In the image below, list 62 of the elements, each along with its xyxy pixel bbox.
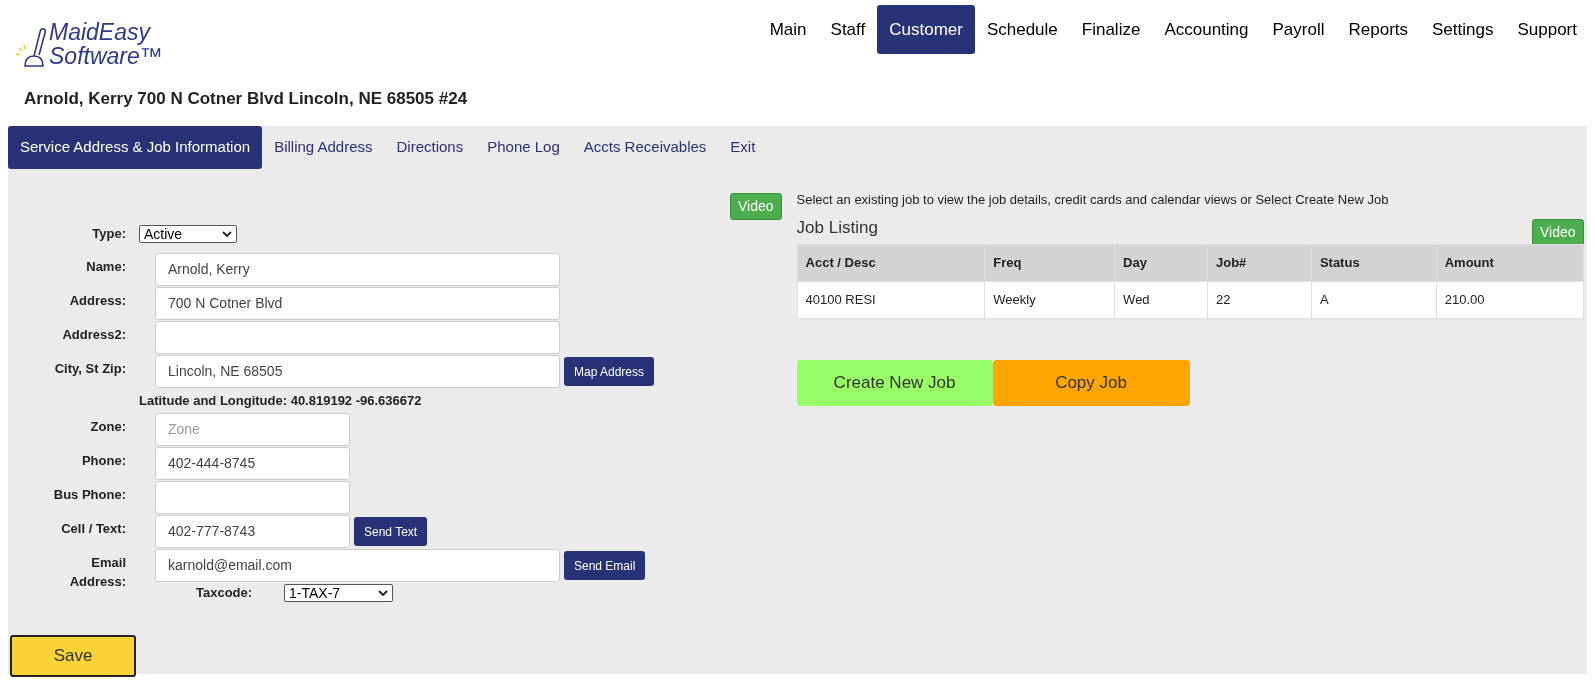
- table-cell[interactable]: 210.00: [1436, 281, 1584, 319]
- tab[interactable]: Billing Address: [262, 126, 385, 169]
- text-input[interactable]: 700 N Cotner Blvd: [155, 287, 560, 320]
- nav-item[interactable]: Customer: [877, 5, 975, 54]
- tab[interactable]: Exit: [718, 126, 768, 169]
- column-header: Job#: [1207, 244, 1312, 282]
- tab[interactable]: Service Address & Job Information: [8, 126, 263, 169]
- caret-icon: [222, 230, 232, 238]
- save-button[interactable]: Save: [10, 635, 136, 677]
- tab[interactable]: Directions: [384, 126, 476, 169]
- customer-title: Arnold, Kerry 700 N Cotner Blvd Lincoln, NE 68505 #24: [24, 88, 469, 110]
- copy-job-button[interactable]: Copy Job: [992, 360, 1190, 406]
- text-input[interactable]: [155, 321, 560, 354]
- action-button[interactable]: Send Text: [354, 517, 428, 546]
- nav-item[interactable]: Accounting: [1152, 5, 1261, 54]
- text-input[interactable]: karnold@email.com: [155, 549, 560, 582]
- nav-item[interactable]: Staff: [818, 5, 878, 54]
- nav-item[interactable]: Reports: [1336, 5, 1420, 54]
- text-input[interactable]: Arnold, Kerry: [155, 253, 560, 286]
- field-label: Address:: [68, 292, 126, 310]
- select-field[interactable]: Active: [139, 225, 237, 243]
- text-input[interactable]: [155, 481, 350, 514]
- text-input[interactable]: 402-444-8745: [155, 447, 350, 480]
- field-label: Type:: [91, 225, 126, 244]
- field-label: Phone:: [80, 452, 126, 470]
- nav-item[interactable]: Payroll: [1260, 5, 1337, 54]
- field-label: Zone:: [89, 418, 126, 436]
- section-heading: Job Listing: [796, 217, 878, 239]
- column-header: Amount: [1436, 244, 1584, 282]
- column-header: Day: [1114, 244, 1208, 282]
- table-cell[interactable]: 40100 RESI: [797, 281, 985, 319]
- tab[interactable]: Phone Log: [475, 126, 572, 169]
- field-label: Cell / Text:: [60, 520, 126, 538]
- field-label: City, St Zip:: [53, 360, 126, 378]
- instruction-text: Select an existing job to view the job details, credit cards and calendar views or Select Create New Job: [796, 191, 1390, 209]
- field-label: Name:: [85, 258, 126, 276]
- tab[interactable]: Accts Receivables: [571, 126, 719, 169]
- nav-item[interactable]: Main: [757, 5, 819, 54]
- logo-text: Software™: [49, 44, 163, 68]
- table-cell[interactable]: Wed: [1114, 281, 1208, 319]
- table-cell[interactable]: A: [1311, 281, 1437, 319]
- action-button[interactable]: Map Address: [564, 357, 655, 386]
- column-header: Freq: [984, 244, 1115, 282]
- select-field[interactable]: 1-TAX-7: [284, 584, 393, 602]
- table-cell[interactable]: 22: [1207, 281, 1312, 319]
- field-label: Address2:: [61, 326, 126, 344]
- field-label: Taxcode:: [196, 584, 254, 603]
- nav-item[interactable]: Support: [1505, 5, 1589, 54]
- text-input[interactable]: Lincoln, NE 68505: [155, 355, 560, 388]
- nav-item[interactable]: Settings: [1420, 5, 1506, 54]
- nav-item[interactable]: Schedule: [974, 5, 1070, 54]
- create-job-button[interactable]: Create New Job: [796, 360, 993, 406]
- text-input[interactable]: 402-777-8743: [155, 515, 350, 548]
- column-header: Status: [1311, 244, 1437, 282]
- column-header: Acct / Desc: [797, 244, 985, 282]
- field-label: Bus Phone:: [52, 486, 126, 504]
- caret-icon: [378, 589, 388, 597]
- table-cell[interactable]: Weekly: [984, 281, 1115, 319]
- action-button[interactable]: Send Email: [564, 551, 646, 580]
- field-label: Email Address:: [68, 554, 126, 591]
- coordinates-text: Latitude and Longitude: 40.819192 -96.636672: [139, 392, 422, 411]
- nav-item[interactable]: Finalize: [1069, 5, 1153, 54]
